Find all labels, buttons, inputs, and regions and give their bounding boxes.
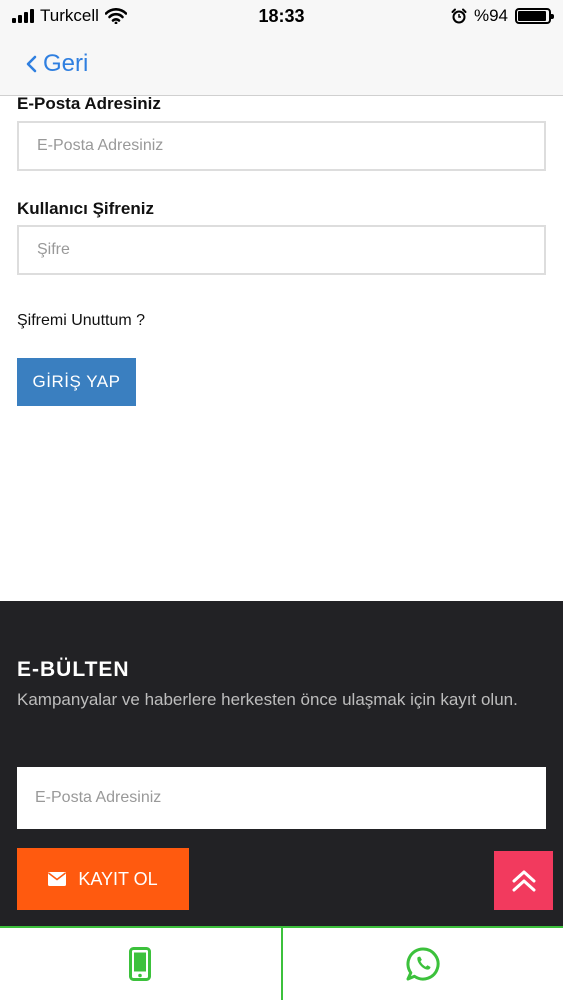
double-chevron-up-icon [512, 870, 535, 891]
envelope-icon [48, 872, 67, 886]
bottom-contact-bar [0, 926, 563, 1000]
battery-percent: %94 [473, 6, 508, 25]
newsletter-title: E-BÜLTEN [17, 658, 130, 681]
back-label: Geri [43, 49, 89, 77]
password-input[interactable] [17, 225, 546, 275]
call-button[interactable] [0, 926, 281, 1000]
carrier-name: Turkcell [40, 6, 99, 25]
status-left: Turkcell [12, 6, 212, 26]
scroll-to-top-button[interactable] [494, 851, 553, 910]
phone-icon [129, 947, 152, 981]
newsletter-section: E-BÜLTEN Kampanyalar ve haberlere herkes… [0, 601, 563, 926]
email-label: E-Posta Adresiniz [17, 96, 161, 113]
back-button[interactable]: Geri [25, 50, 88, 78]
whatsapp-icon [406, 947, 440, 981]
newsletter-email-input[interactable] [17, 767, 546, 829]
login-button[interactable]: GİRİŞ YAP [17, 358, 136, 406]
forgot-password-link[interactable]: Şifremi Unuttum ? [17, 312, 145, 330]
signal-icon [12, 9, 34, 23]
password-label: Kullanıcı Şifreniz [17, 199, 154, 218]
wifi-icon [104, 8, 127, 24]
status-bar: Turkcell 18:33 %94 [0, 0, 563, 32]
subscribe-button[interactable]: KAYIT OL [17, 848, 189, 910]
email-input[interactable] [17, 121, 546, 171]
nav-bar: Geri [0, 32, 563, 96]
subscribe-label: KAYIT OL [78, 868, 158, 889]
status-right: %94 [351, 6, 554, 26]
whatsapp-button[interactable] [280, 926, 563, 1000]
alarm-clock-icon [451, 8, 467, 24]
chevron-left-icon [26, 55, 37, 72]
newsletter-description: Kampanyalar ve haberlere herkesten önce … [17, 690, 518, 709]
status-time: 18:33 [258, 5, 305, 26]
battery-icon [515, 8, 554, 24]
battery-level [518, 11, 547, 21]
